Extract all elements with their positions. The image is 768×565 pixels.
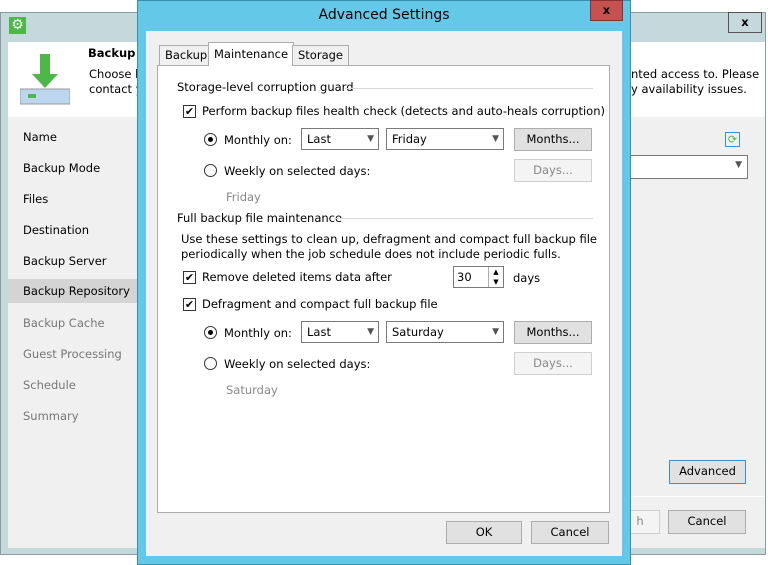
step-backup-cache: Backup Cache <box>23 316 105 330</box>
wizard-description: Choose b <box>89 67 143 81</box>
backup-download-icon <box>19 52 71 106</box>
chevron-down-icon: ▼ <box>367 134 374 144</box>
tab-backup[interactable]: Backup <box>159 45 214 66</box>
wizard-close-button[interactable]: x <box>728 12 762 33</box>
defrag-monthly-label: Monthly on: <box>224 326 292 340</box>
cancel-button[interactable]: Cancel <box>531 521 609 544</box>
dialog-title: Advanced Settings <box>318 7 450 23</box>
repository-dropdown[interactable]: ▼ <box>620 155 748 179</box>
tab-storage[interactable]: Storage <box>292 45 349 66</box>
wizard-description-2: contact y <box>89 82 143 96</box>
step-schedule: Schedule <box>23 378 76 392</box>
selected-value: Friday <box>392 132 427 146</box>
defrag-checkbox[interactable]: ✔ <box>183 298 196 311</box>
advanced-button[interactable]: Advanced <box>669 460 746 484</box>
step-files[interactable]: Files <box>23 192 48 206</box>
wizard-gear-icon: ⚙ <box>9 17 26 34</box>
stepper-up-icon[interactable]: ▲ <box>488 267 503 277</box>
full-maintenance-heading: Full backup file maintenance <box>177 211 343 225</box>
remove-deleted-label: Remove deleted items data after <box>202 270 392 284</box>
full-maintenance-description: Use these settings to clean up, defragme… <box>181 232 597 246</box>
health-monthly-label: Monthly on: <box>224 133 292 147</box>
defrag-months-button[interactable]: Months... <box>514 321 592 344</box>
defrag-label: Defragment and compact full backup file <box>202 297 438 311</box>
remove-deleted-checkbox[interactable]: ✔ <box>183 271 196 284</box>
chevron-down-icon: ▼ <box>367 327 374 337</box>
chevron-down-icon: ▼ <box>735 160 742 170</box>
wizard-cancel-button[interactable]: Cancel <box>668 510 746 534</box>
wizard-description-right: nted access to. Please <box>631 67 760 81</box>
stepper-down-icon[interactable]: ▼ <box>488 277 503 287</box>
chevron-down-icon: ▼ <box>492 327 499 337</box>
selected-value: Last <box>307 325 331 339</box>
health-months-button[interactable]: Months... <box>514 128 592 151</box>
corruption-guard-heading: Storage-level corruption guard <box>177 80 354 94</box>
step-backup-repository[interactable]: Backup Repository <box>8 279 138 303</box>
defrag-days-button: Days... <box>514 352 592 375</box>
refresh-icon[interactable]: ⟳ <box>725 132 740 147</box>
selected-value: Saturday <box>392 325 444 339</box>
step-destination[interactable]: Destination <box>23 223 89 237</box>
dialog-close-button[interactable]: x <box>590 0 623 21</box>
health-check-label: Perform backup files health check (detec… <box>202 104 605 118</box>
full-maintenance-description-2: periodically when the job schedule does … <box>181 247 561 261</box>
defrag-weekly-summary: Saturday <box>226 383 278 397</box>
health-day-dropdown[interactable]: Friday ▼ <box>386 128 504 150</box>
health-weekly-summary: Friday <box>226 190 261 204</box>
step-guest-processing: Guest Processing <box>23 347 122 361</box>
defrag-monthly-radio[interactable] <box>204 326 217 339</box>
remove-days-value[interactable]: 30 <box>457 270 472 284</box>
health-weekly-radio[interactable] <box>204 164 217 177</box>
defrag-week-dropdown[interactable]: Last ▼ <box>301 321 379 343</box>
defrag-weekly-radio[interactable] <box>204 357 217 370</box>
days-unit-label: days <box>513 271 541 285</box>
ok-button[interactable]: OK <box>446 521 522 544</box>
defrag-weekly-label: Weekly on selected days: <box>224 357 371 371</box>
tab-maintenance[interactable]: Maintenance <box>208 42 295 66</box>
health-weekly-label: Weekly on selected days: <box>224 164 371 178</box>
step-name[interactable]: Name <box>23 130 57 144</box>
health-days-button: Days... <box>514 159 592 182</box>
health-check-checkbox[interactable]: ✔ <box>183 105 196 118</box>
step-summary: Summary <box>23 409 79 423</box>
remove-days-stepper[interactable]: 30 ▲ ▼ <box>453 266 504 288</box>
defrag-day-dropdown[interactable]: Saturday ▼ <box>386 321 504 343</box>
health-monthly-radio[interactable] <box>204 133 217 146</box>
wizard-description-right-2: y availability issues. <box>631 82 747 96</box>
selected-value: Last <box>307 132 331 146</box>
step-backup-mode[interactable]: Backup Mode <box>23 161 100 175</box>
health-week-dropdown[interactable]: Last ▼ <box>301 128 379 150</box>
wizard-steps-sidebar: Name Backup Mode Files Destination Backu… <box>8 117 138 548</box>
step-backup-server[interactable]: Backup Server <box>23 254 107 268</box>
chevron-down-icon: ▼ <box>492 134 499 144</box>
